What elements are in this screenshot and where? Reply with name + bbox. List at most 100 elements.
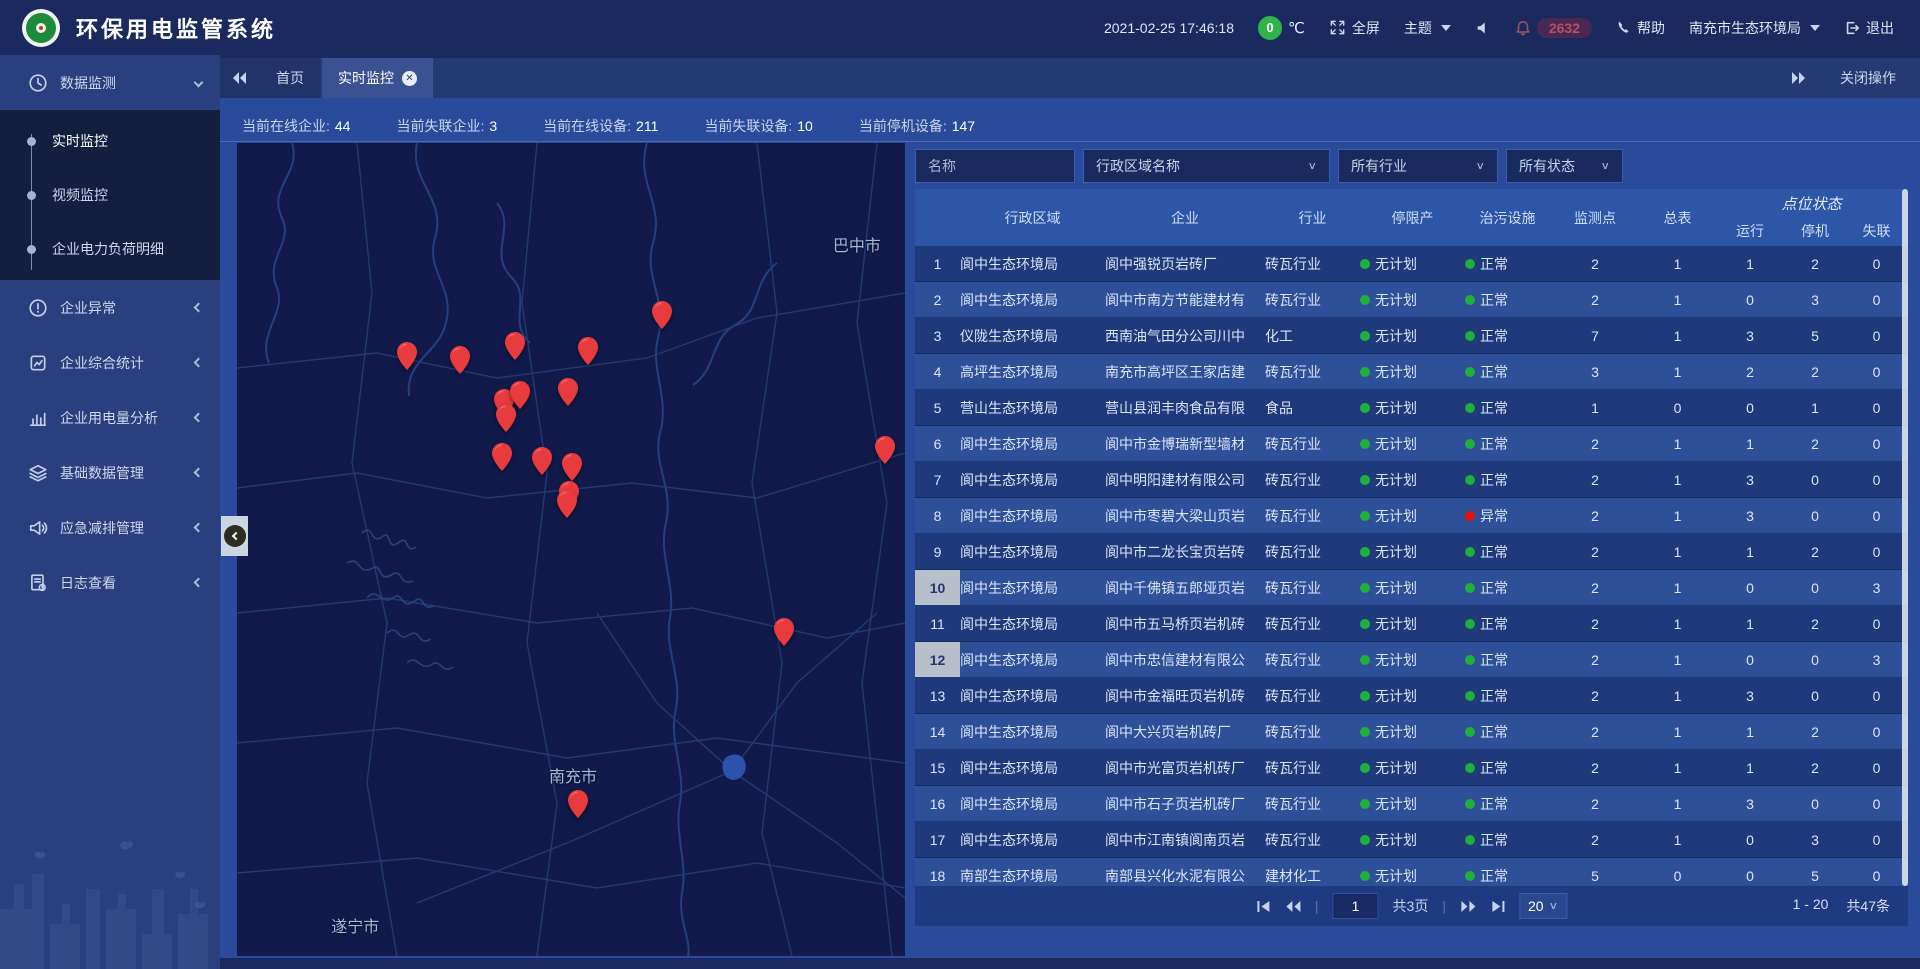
sidebar-item-emergency-reduction[interactable]: 应急减排管理 [0,500,220,555]
map-marker[interactable] [774,618,795,646]
map-marker[interactable] [504,332,525,360]
map-marker[interactable] [567,790,588,818]
cell-total-meter: 1 [1640,462,1715,497]
cell-pollution-facility: 正常 [1465,678,1550,713]
tabs-scroll-right-button[interactable] [1790,71,1806,85]
sidebar-item-realtime-monitor[interactable]: 实时监控 [0,114,220,168]
map-marker[interactable] [556,490,577,518]
app-title: 环保用电监管系统 [76,12,276,44]
theme-dropdown[interactable]: 主题 [1404,18,1451,38]
sidebar-item-data-monitor[interactable]: 数据监测 [0,55,220,110]
table-row[interactable]: 13 阆中生态环境局 阆中市金福旺页岩机砖 砖瓦行业 无计划 正常 2 1 3 … [915,678,1908,714]
cell-total-meter: 0 [1640,390,1715,425]
tab-home[interactable]: 首页 [260,58,320,98]
table-row[interactable]: 16 阆中生态环境局 阆中市石子页岩机砖厂 砖瓦行业 无计划 正常 2 1 3 … [915,786,1908,822]
cell-company: 南部县兴化水泥有限公 [1105,858,1265,886]
name-filter-input[interactable] [928,158,1062,174]
table-row[interactable]: 4 高坪生态环境局 南充市高坪区王家店建 砖瓦行业 无计划 正常 3 1 2 2… [915,354,1908,390]
cell-pollution-facility: 正常 [1465,714,1550,749]
table-row[interactable]: 6 阆中生态环境局 阆中市金博瑞新型墙材 砖瓦行业 无计划 正常 2 1 1 2… [915,426,1908,462]
pagination-bar: | 共3页 | 20 ∨ 1 - 20 [915,886,1908,926]
table-row[interactable]: 15 阆中生态环境局 阆中市光富页岩机砖厂 砖瓦行业 无计划 正常 2 1 1 … [915,750,1908,786]
tabs-scroll-left-button[interactable] [220,58,260,98]
map-collapse-handle[interactable] [221,516,248,556]
map-marker[interactable] [496,404,517,432]
table-row[interactable]: 11 阆中生态环境局 阆中市五马桥页岩机砖 砖瓦行业 无计划 正常 2 1 1 … [915,606,1908,642]
map-city-label: 南充市 [549,763,597,787]
cell-region: 阆中生态环境局 [960,498,1105,533]
table-row[interactable]: 1 阆中生态环境局 阆中强锐页岩砖厂 砖瓦行业 无计划 正常 2 1 1 2 0 [915,246,1908,282]
cell-monitor-points: 7 [1550,318,1640,353]
table-row[interactable]: 10 阆中生态环境局 阆中千佛镇五郎垭页岩 砖瓦行业 无计划 正常 2 1 0 … [915,570,1908,606]
table-row[interactable]: 3 仪陇生态环境局 西南油气田分公司川中 化工 无计划 正常 7 1 3 5 0 [915,318,1908,354]
tab-realtime-monitor[interactable]: 实时监控 ✕ [322,58,433,98]
cell-total-meter: 1 [1640,678,1715,713]
mute-button[interactable] [1475,20,1491,36]
fullscreen-button[interactable]: 全屏 [1329,18,1380,38]
help-button[interactable]: 帮助 [1616,18,1665,38]
sidebar-item-video-monitor[interactable]: 视频监控 [0,168,220,222]
sidebar-item-power-analysis[interactable]: 企业用电量分析 [0,390,220,445]
map-marker[interactable] [651,301,672,329]
map-marker[interactable] [558,378,579,406]
table-row[interactable]: 14 阆中生态环境局 阆中大兴页岩机砖厂 砖瓦行业 无计划 正常 2 1 1 2… [915,714,1908,750]
cell-lost: 0 [1845,390,1908,425]
sidebar-item-log-view[interactable]: 日志查看 [0,555,220,610]
next-page-button[interactable] [1460,900,1476,913]
sidebar-item-base-data[interactable]: 基础数据管理 [0,445,220,500]
cell-stop-limit: 无计划 [1360,282,1465,317]
col-pollution-facility: 治污设施 [1465,189,1550,246]
cell-region: 高坪生态环境局 [960,354,1105,389]
cell-pollution-facility: 正常 [1465,606,1550,641]
map-marker[interactable] [561,453,582,481]
table-row[interactable]: 12 阆中生态环境局 阆中市忠信建材有限公 砖瓦行业 无计划 正常 2 1 0 … [915,642,1908,678]
table-row[interactable]: 17 阆中生态环境局 阆中市江南镇阆南页岩 砖瓦行业 无计划 正常 2 1 0 … [915,822,1908,858]
sidebar-item-enterprise-statistics[interactable]: 企业综合统计 [0,335,220,390]
map-marker[interactable] [450,346,471,374]
close-operations-button[interactable]: 关闭操作 [1840,68,1896,88]
tab-close-icon[interactable]: ✕ [402,71,417,86]
map-panel[interactable]: 巴中市南充市遂宁市 [237,143,905,956]
cell-monitor-points: 2 [1550,570,1640,605]
stat-online-enterprises: 当前在线企业:44 [242,116,350,136]
cell-region: 阆中生态环境局 [960,426,1105,461]
region-filter-select[interactable]: 行政区域名称 ∨ [1083,149,1330,183]
cell-no: 7 [915,462,960,497]
map-city-label: 巴中市 [833,232,881,256]
page-number-input[interactable] [1333,893,1379,919]
cell-halt: 3 [1785,822,1845,857]
prev-page-button[interactable] [1285,900,1301,913]
cell-run: 0 [1715,282,1785,317]
col-region: 行政区域 [960,189,1105,246]
first-page-button[interactable] [1256,900,1271,913]
logout-button[interactable]: 退出 [1844,18,1894,38]
table-row[interactable]: 2 阆中生态环境局 阆中市南方节能建材有 砖瓦行业 无计划 正常 2 1 0 3… [915,282,1908,318]
divider: | [1315,898,1319,914]
temperature-unit: ℃ [1288,19,1305,37]
cell-halt: 2 [1785,714,1845,749]
table-row[interactable]: 8 阆中生态环境局 阆中市枣碧大梁山页岩 砖瓦行业 无计划 异常 2 1 3 0… [915,498,1908,534]
cell-lost: 0 [1845,282,1908,317]
sidebar-item-power-load-detail[interactable]: 企业电力负荷明细 [0,222,220,276]
cell-region: 阆中生态环境局 [960,822,1105,857]
cell-lost: 0 [1845,822,1908,857]
notifications[interactable]: 2632 [1515,18,1592,38]
org-dropdown[interactable]: 南充市生态环境局 [1689,18,1820,38]
sidebar-item-enterprise-abnormal[interactable]: 企业异常 [0,280,220,335]
status-filter-select[interactable]: 所有状态 ∨ [1506,149,1623,183]
table-row[interactable]: 7 阆中生态环境局 阆中明阳建材有限公司 砖瓦行业 无计划 正常 2 1 3 0… [915,462,1908,498]
table-scrollbar[interactable] [1902,189,1908,886]
cell-no: 4 [915,354,960,389]
page-size-select[interactable]: 20 ∨ [1519,893,1567,919]
industry-filter-select[interactable]: 所有行业 ∨ [1338,149,1498,183]
table-row[interactable]: 5 营山生态环境局 营山县润丰肉食品有限 食品 无计划 正常 1 0 0 1 0 [915,390,1908,426]
map-marker[interactable] [492,443,513,471]
stat-offline-devices: 当前失联设备:10 [704,116,812,136]
last-page-button[interactable] [1490,900,1505,913]
table-row[interactable]: 18 南部生态环境局 南部县兴化水泥有限公 建材化工 无计划 正常 5 0 0 … [915,858,1908,886]
map-marker[interactable] [874,436,895,464]
map-marker[interactable] [396,342,417,370]
table-row[interactable]: 9 阆中生态环境局 阆中市二龙长宝页岩砖 砖瓦行业 无计划 正常 2 1 1 2… [915,534,1908,570]
map-marker[interactable] [532,447,553,475]
map-marker[interactable] [577,337,598,365]
